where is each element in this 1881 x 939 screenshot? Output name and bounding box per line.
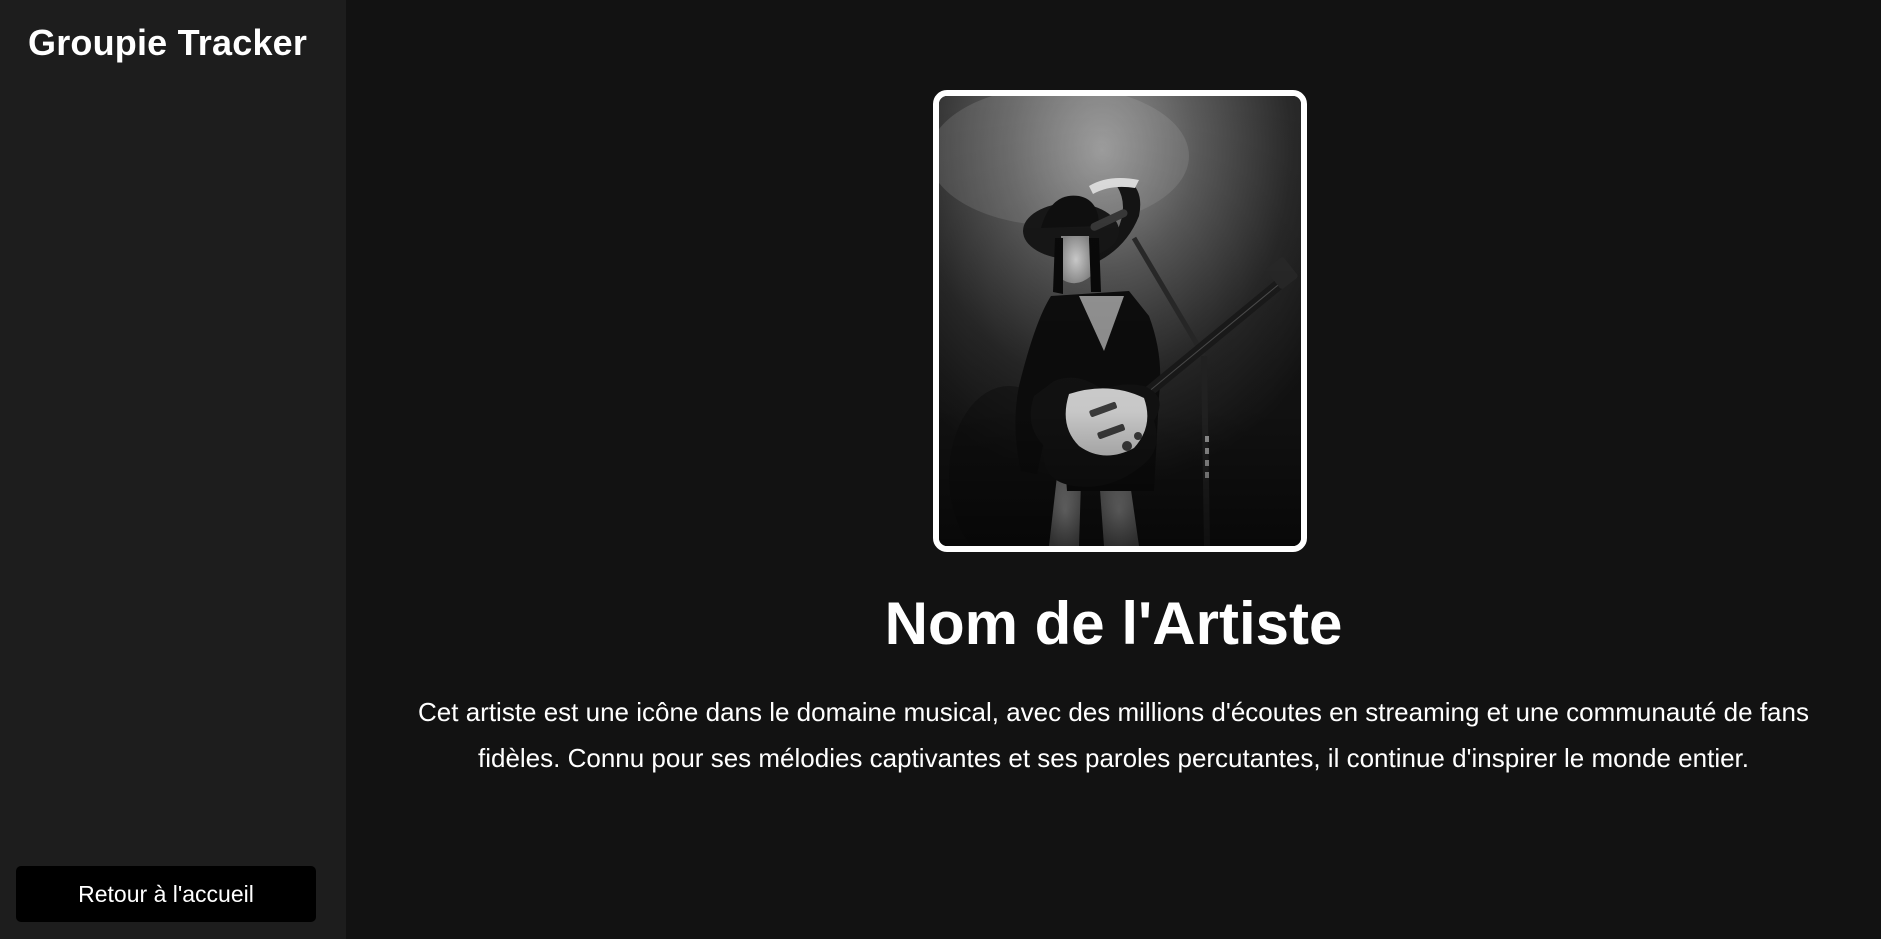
artist-name: Nom de l'Artiste [884,590,1343,657]
home-button[interactable]: Retour à l'accueil [16,866,316,922]
app-window: Groupie Tracker Retour à l'accueil Nom d… [0,0,1881,939]
artist-photo [933,90,1307,552]
app-title: Groupie Tracker [28,22,308,63]
artist-photo-image [939,96,1301,546]
artist-bio: Cet artiste est une icône dans le domain… [418,697,1809,773]
sidebar: Groupie Tracker Retour à l'accueil [0,0,346,939]
artist-detail: Nom de l'Artiste Cet artiste est une icô… [346,0,1881,939]
